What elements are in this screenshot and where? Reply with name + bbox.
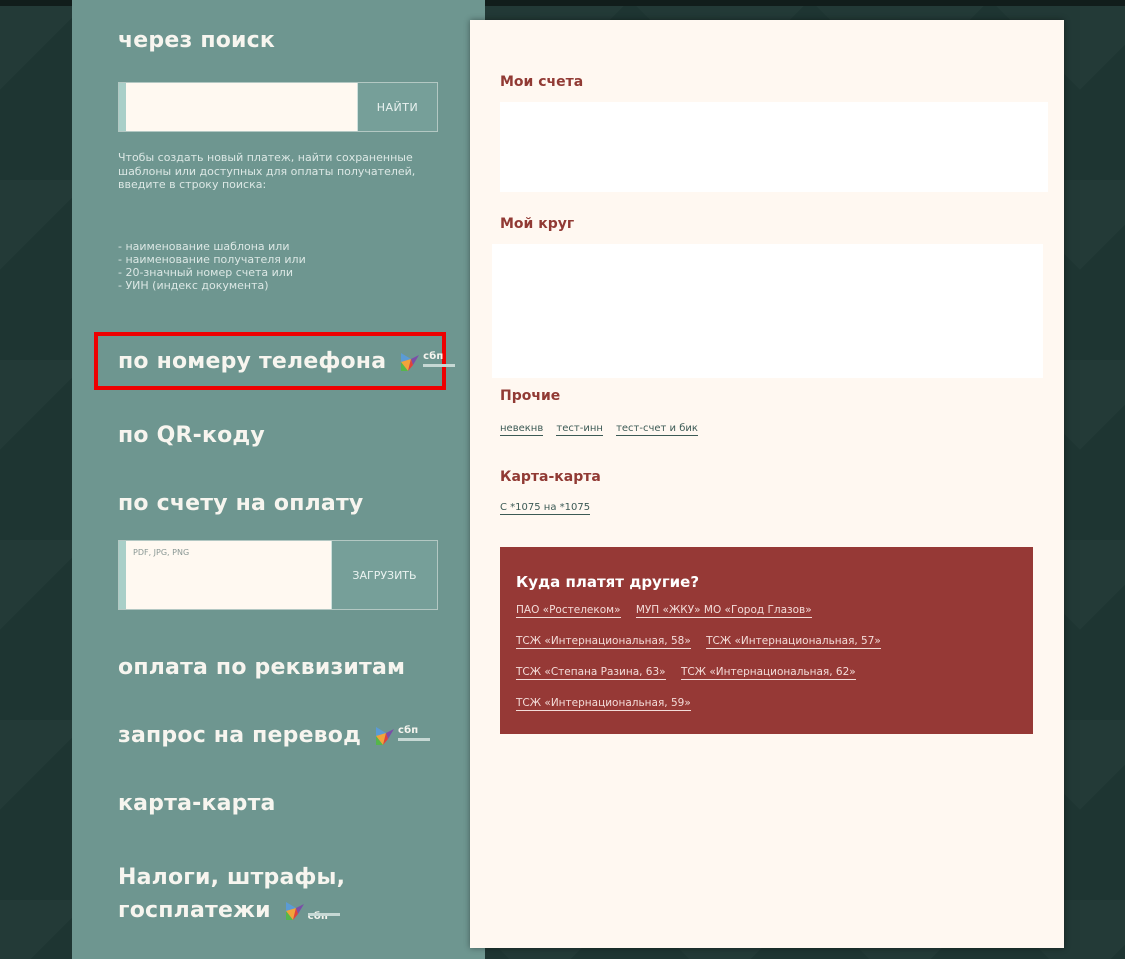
help-item: - наименование получателя или — [118, 253, 306, 266]
popular-row: ТСЖ «Степана Разина, 63» ТСЖ «Интернацио… — [516, 666, 868, 680]
invoice-upload-box[interactable]: PDF, JPG, PNG ЗАГРУЗИТЬ — [118, 540, 438, 610]
other-title: Прочие — [500, 388, 561, 404]
search-help-text: Чтобы создать новый платеж, найти сохран… — [118, 151, 416, 191]
sbp-label: сбп — [397, 725, 419, 736]
help-item: - наименование шаблона или — [118, 240, 290, 253]
popular-link[interactable]: ТСЖ «Интернациональная, 57» — [706, 635, 881, 649]
taxes-label-line2-wrap: госплатежи сбп — [118, 894, 345, 927]
sbp-sub-line — [423, 364, 456, 367]
popular-link[interactable]: МУП «ЖКУ» МО «Город Глазов» — [635, 604, 812, 618]
pay-by-phone-label: по номеру телефона — [118, 349, 387, 374]
sbp-logo-icon: сбп — [284, 900, 342, 922]
my-accounts-list — [500, 102, 1048, 192]
search-help-list: - наименование шаблона или - наименовани… — [118, 240, 428, 292]
card-links: С *1075 на *1075 — [500, 502, 600, 515]
taxes-label-line2: госплатежи — [118, 898, 271, 923]
upload-hint: PDF, JPG, PNG — [133, 548, 190, 557]
taxes-link[interactable]: Налоги, штрафы, госплатежи сбп — [118, 861, 345, 927]
sbp-logo-icon: сбп — [399, 351, 457, 373]
card-to-card-title: Карта-карта — [500, 469, 601, 485]
card-to-card-link[interactable]: карта-карта — [118, 791, 276, 816]
search-button[interactable]: НАЙТИ — [357, 83, 437, 131]
other-link[interactable]: тест-инн — [556, 423, 603, 436]
pay-by-invoice-link[interactable]: по счету на оплату — [118, 491, 363, 516]
sbp-logo-icon: сбп — [374, 725, 432, 747]
transfer-request-link[interactable]: запрос на перевод сбп — [118, 723, 432, 748]
popular-link[interactable]: ТСЖ «Степана Разина, 63» — [516, 666, 666, 680]
pay-by-phone-link[interactable]: по номеру телефона сбп — [118, 349, 457, 374]
help-item: - 20-значный номер счета или — [118, 266, 293, 279]
search-title: через поиск — [118, 28, 276, 53]
popular-row: ТСЖ «Интернациональная, 58» ТСЖ «Интерна… — [516, 635, 893, 649]
popular-link[interactable]: ПАО «Ростелеком» — [516, 604, 621, 618]
other-links: невекнв тест-инн тест-счет и бик — [500, 423, 708, 436]
popular-row: ПАО «Ростелеком» МУП «ЖКУ» МО «Город Гла… — [516, 604, 824, 618]
my-circle-list — [492, 244, 1043, 378]
search-accent — [119, 83, 126, 131]
my-accounts-title: Мои счета — [500, 74, 584, 90]
upload-accent — [119, 541, 126, 609]
popular-link[interactable]: ТСЖ «Интернациональная, 59» — [516, 697, 691, 711]
pay-by-requisites-link[interactable]: оплата по реквизитам — [118, 655, 405, 680]
pay-by-qr-link[interactable]: по QR-коду — [118, 423, 265, 448]
transfer-request-label: запрос на перевод — [118, 723, 362, 748]
search-input[interactable] — [127, 83, 361, 133]
other-link[interactable]: невекнв — [500, 423, 544, 436]
card-link[interactable]: С *1075 на *1075 — [500, 502, 591, 515]
sbp-sub-line — [397, 738, 430, 741]
help-item: - УИН (индекс документа) — [118, 279, 269, 292]
popular-link[interactable]: ТСЖ «Интернациональная, 62» — [680, 666, 856, 680]
sbp-label: сбп — [307, 911, 329, 922]
popular-link[interactable]: ТСЖ «Интернациональная, 58» — [516, 635, 691, 649]
my-circle-title: Мой круг — [500, 216, 575, 232]
search-box: НАЙТИ — [118, 82, 438, 133]
other-link[interactable]: тест-счет и бик — [616, 423, 698, 436]
popular-payments-box: Куда платят другие? ПАО «Ростелеком» МУП… — [500, 547, 1033, 734]
popular-row: ТСЖ «Интернациональная, 59» — [516, 697, 703, 711]
upload-button[interactable]: ЗАГРУЗИТЬ — [331, 541, 437, 609]
sbp-sub-line — [307, 913, 340, 916]
sbp-label: сбп — [423, 351, 444, 362]
taxes-label-line1: Налоги, штрафы, — [118, 865, 346, 890]
popular-payments-title: Куда платят другие? — [516, 573, 700, 591]
